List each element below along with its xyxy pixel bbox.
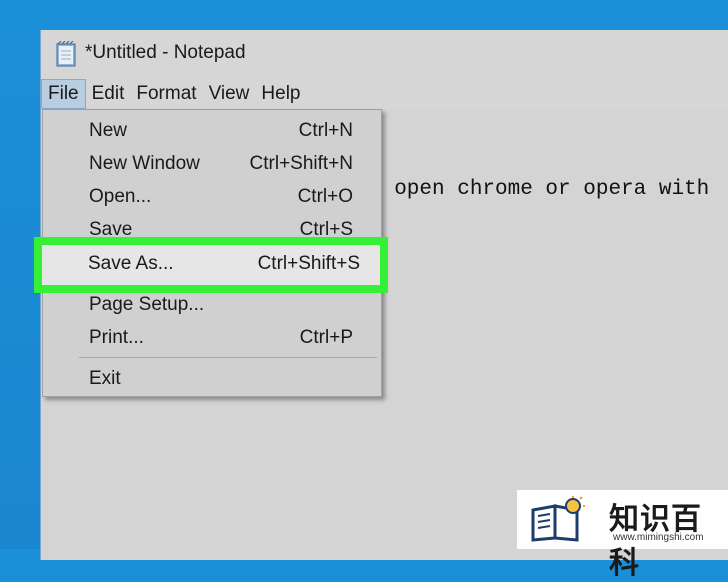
book-lightbulb-icon (529, 496, 589, 542)
watermark-url: www.mimingshi.com (613, 532, 704, 543)
menu-item-new-window[interactable]: New Window Ctrl+Shift+N (43, 147, 381, 180)
menu-item-print[interactable]: Print... Ctrl+P (43, 321, 381, 354)
window-title: *Untitled - Notepad (85, 42, 246, 63)
menu-item-shortcut: Ctrl+Shift+S (257, 253, 360, 274)
highlight-frame: Save As... Ctrl+Shift+S (34, 237, 388, 293)
menu-item-label: Page Setup... (89, 294, 205, 315)
title-bar: *Untitled - Notepad (41, 30, 728, 78)
menu-file[interactable]: File (41, 79, 86, 109)
menu-item-shortcut: Ctrl+P (299, 327, 353, 348)
menu-item-shortcut: Ctrl+Shift+N (249, 153, 353, 174)
menu-item-shortcut: Ctrl+N (298, 120, 353, 141)
menu-item-open[interactable]: Open... Ctrl+O (43, 180, 381, 213)
watermark: 知识百科 www.mimingshi.com (517, 490, 728, 581)
menu-item-shortcut: Ctrl+O (297, 186, 353, 207)
menu-bar: File Edit Format View Help (41, 78, 728, 110)
menu-item-save-as[interactable]: Save As... Ctrl+Shift+S (42, 245, 380, 285)
menu-help[interactable]: Help (255, 79, 306, 109)
menu-item-new[interactable]: New Ctrl+N (43, 114, 381, 147)
menu-item-label: New (89, 120, 128, 141)
menu-format[interactable]: Format (130, 79, 202, 109)
menu-separator (79, 357, 377, 358)
menu-item-exit[interactable]: Exit (43, 362, 381, 395)
menu-item-label: Exit (89, 368, 121, 389)
menu-view[interactable]: View (203, 79, 256, 109)
menu-item-label: Open... (89, 186, 152, 207)
notepad-icon (55, 40, 77, 67)
menu-item-label: Print... (89, 327, 144, 348)
editor-text: o open chrome or opera with (369, 178, 710, 201)
menu-item-label: Save As... (88, 253, 174, 274)
menu-edit[interactable]: Edit (86, 79, 131, 109)
menu-item-label: New Window (89, 153, 200, 174)
